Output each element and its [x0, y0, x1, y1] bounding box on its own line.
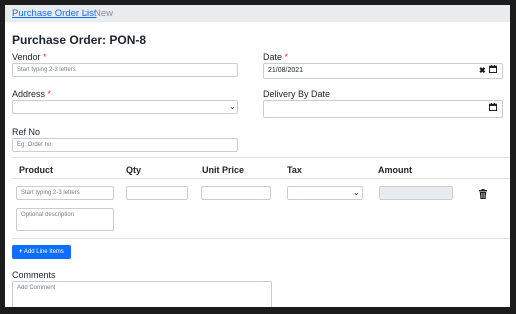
delivery-by-date-label: Delivery By Date	[263, 89, 331, 99]
ref-no-input[interactable]: Eg: Order no.	[12, 138, 238, 152]
clear-icon[interactable]: ✖	[479, 65, 486, 77]
amount-field	[379, 186, 453, 200]
column-header-unit-price: Unit Price	[202, 165, 245, 175]
vendor-input[interactable]: Start typing 2-3 letters	[12, 63, 238, 77]
plus-icon: +	[19, 249, 23, 255]
column-header-amount: Amount	[378, 165, 412, 175]
chevron-down-icon: ⌄	[229, 102, 236, 111]
calendar-icon[interactable]	[489, 103, 497, 115]
add-line-items-button[interactable]: + Add Line Items	[12, 245, 71, 259]
product-input[interactable]: Start typing 2-3 letters	[16, 186, 114, 200]
chevron-down-icon: ⌄	[353, 188, 360, 197]
breadcrumb: Purchase Order List > New	[5, 5, 510, 22]
address-label-text: Address	[12, 89, 46, 99]
breadcrumb-separator: >	[84, 8, 90, 19]
page-title: Purchase Order: PON-8	[12, 33, 147, 47]
date-required-mark: *	[284, 52, 289, 62]
table-header-divider	[12, 178, 510, 179]
app-frame: Purchase Order List > New Purchase Order…	[5, 5, 510, 307]
vendor-label-text: Vendor	[12, 52, 41, 62]
ref-no-label: Ref No	[12, 127, 41, 137]
date-label-text: Date	[263, 52, 283, 62]
table-bottom-divider	[12, 238, 510, 239]
date-label: Date *	[263, 52, 288, 62]
delivery-by-date-input[interactable]	[263, 100, 503, 118]
breadcrumb-current: New	[94, 8, 114, 19]
line-item-description[interactable]: Optional description	[16, 208, 114, 231]
date-input[interactable]: 21/08/2021	[263, 63, 503, 79]
comments-label: Comments	[12, 270, 56, 280]
comments-textarea[interactable]: Add Comment	[12, 281, 272, 307]
trash-icon[interactable]	[479, 186, 487, 204]
table-top-divider	[12, 157, 510, 158]
address-required-mark: *	[47, 89, 52, 99]
address-label: Address *	[12, 89, 51, 99]
address-select[interactable]	[12, 100, 238, 114]
calendar-icon[interactable]	[489, 65, 497, 77]
column-header-product: Product	[19, 165, 54, 175]
vendor-required-mark: *	[43, 52, 47, 62]
qty-input[interactable]	[126, 186, 188, 200]
tax-select[interactable]	[287, 186, 363, 200]
vendor-label: Vendor *	[12, 52, 47, 62]
column-header-tax: Tax	[287, 165, 302, 175]
add-line-items-label: Add Line Items	[23, 249, 64, 255]
unit-price-input[interactable]	[201, 186, 271, 200]
column-header-qty: Qty	[126, 165, 142, 175]
